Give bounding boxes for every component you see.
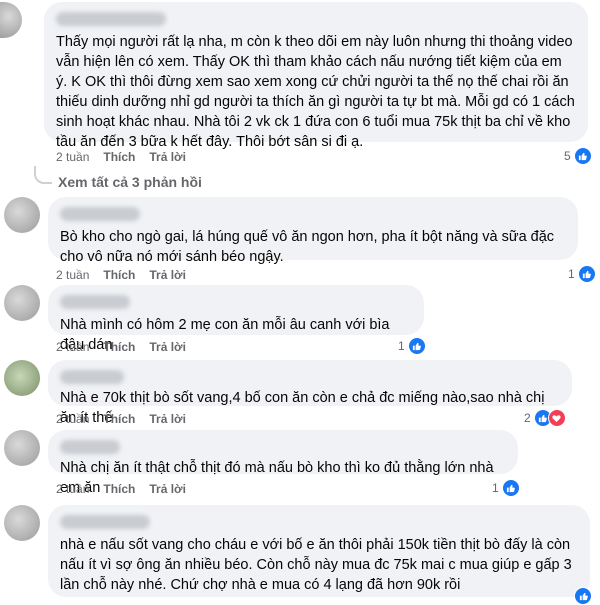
- reaction-count[interactable]: 1: [568, 265, 596, 283]
- reaction-count[interactable]: 2: [524, 409, 566, 427]
- comment-bubble: Nhà mình có hôm 2 mẹ con ăn mỗi âu canh …: [48, 285, 424, 353]
- like-icon: [407, 337, 426, 355]
- like-icon: [501, 479, 520, 497]
- reaction-count[interactable]: 1: [492, 479, 520, 497]
- reply-button[interactable]: Trả lời: [149, 412, 186, 426]
- author-name-blurred[interactable]: [60, 440, 120, 454]
- comment-actions: 2 tuần Thích Trả lời: [56, 340, 186, 354]
- timestamp[interactable]: 2 tuần: [56, 482, 89, 496]
- like-icon: [574, 587, 592, 605]
- like-button[interactable]: Thích: [103, 340, 135, 354]
- thread-connector: [34, 166, 52, 184]
- reaction-number: 1: [398, 339, 405, 353]
- reaction-number: 1: [568, 267, 575, 281]
- timestamp[interactable]: 2 tuần: [56, 268, 89, 282]
- like-icon: [577, 265, 596, 283]
- like-button[interactable]: Thích: [103, 482, 135, 496]
- like-icon: [573, 147, 592, 165]
- avatar[interactable]: [4, 360, 40, 396]
- author-name-blurred[interactable]: [60, 515, 150, 529]
- avatar[interactable]: [0, 2, 22, 38]
- comment-bubble: Nhà chị ăn ít thật chỗ thịt đó mà nấu bò…: [48, 430, 518, 496]
- timestamp[interactable]: 2 tuần: [56, 150, 89, 164]
- reply-button[interactable]: Trả lời: [149, 268, 186, 282]
- author-name-blurred[interactable]: [56, 12, 166, 26]
- comment-text: nhà e nấu sốt vang cho cháu e với bố e ă…: [60, 537, 572, 593]
- reply-button[interactable]: Trả lời: [149, 150, 186, 164]
- view-replies-link[interactable]: Xem tất cả 3 phản hồi: [58, 174, 202, 190]
- comment-actions: 2 tuần Thích Trả lời: [56, 268, 186, 282]
- reaction-count[interactable]: 5: [564, 147, 592, 165]
- heart-icon: [547, 409, 566, 427]
- author-name-blurred[interactable]: [60, 207, 140, 221]
- comment-bubble: Bò kho cho ngò gai, lá húng quế vô ăn ng…: [48, 197, 578, 265]
- author-name-blurred[interactable]: [60, 370, 124, 384]
- reaction-number: 1: [492, 481, 499, 495]
- reaction-number: 2: [524, 411, 531, 425]
- comment-bubble: nhà e nấu sốt vang cho cháu e với bố e ă…: [48, 505, 590, 597]
- comment-bubble: Thấy mọi người rất lạ nha, m còn k theo …: [44, 2, 588, 150]
- comment-text: Bò kho cho ngò gai, lá húng quế vô ăn ng…: [60, 229, 555, 265]
- reply-button[interactable]: Trả lời: [149, 340, 186, 354]
- reaction-count[interactable]: 1: [398, 337, 426, 355]
- comment-actions: 2 tuần Thích Trả lời: [56, 412, 186, 426]
- avatar[interactable]: [4, 285, 40, 321]
- like-button[interactable]: Thích: [103, 268, 135, 282]
- reaction-number: 5: [564, 149, 571, 163]
- author-name-blurred[interactable]: [60, 295, 130, 309]
- avatar[interactable]: [4, 430, 40, 466]
- reaction-count[interactable]: [574, 587, 592, 605]
- like-button[interactable]: Thích: [103, 150, 135, 164]
- avatar[interactable]: [4, 505, 40, 541]
- comment-text: Thấy mọi người rất lạ nha, m còn k theo …: [56, 34, 575, 150]
- reply-button[interactable]: Trả lời: [149, 482, 186, 496]
- comment-actions: 2 tuần Thích Trả lời: [56, 482, 186, 496]
- comment-actions: 2 tuần Thích Trả lời: [56, 150, 186, 164]
- timestamp[interactable]: 2 tuần: [56, 412, 89, 426]
- timestamp[interactable]: 2 tuần: [56, 340, 89, 354]
- avatar[interactable]: [4, 197, 40, 233]
- comment-bubble: Nhà e 70k thịt bò sốt vang,4 bố con ăn c…: [48, 360, 572, 426]
- like-button[interactable]: Thích: [103, 412, 135, 426]
